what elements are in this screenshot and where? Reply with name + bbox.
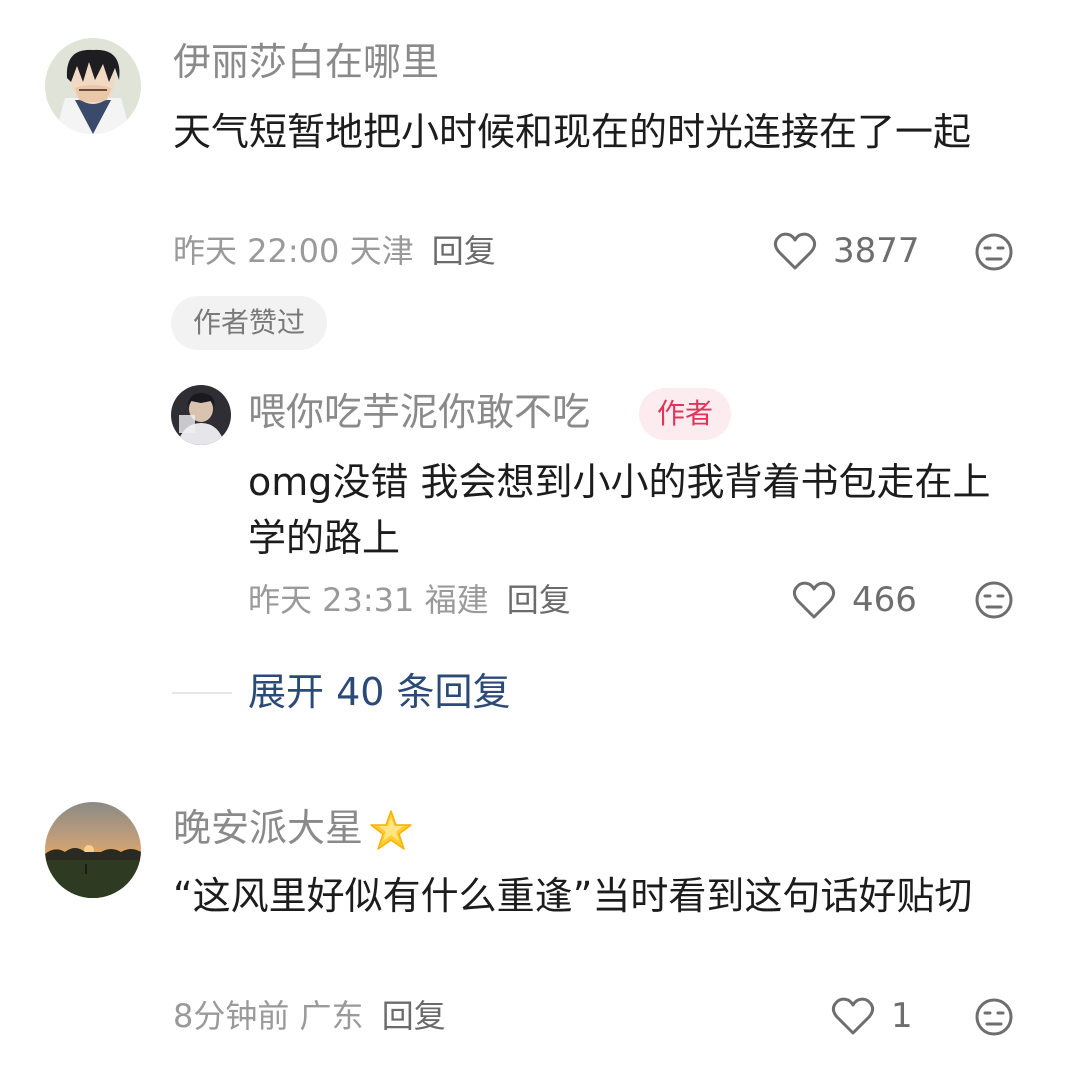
expand-replies-button[interactable]: 展开 40 条回复 [248, 668, 511, 716]
reply-meta: 昨天 23:31 福建 回复 [248, 580, 571, 620]
photo-avatar [171, 385, 231, 445]
dislike-face-icon [975, 998, 1013, 1036]
comment-username-text: 晚安派大星 [173, 806, 364, 850]
comment-username[interactable]: 晚安派大星 [173, 804, 415, 855]
reply-username[interactable]: 喂你吃芋泥你敢不吃 [248, 388, 590, 436]
reply-button[interactable]: 回复 [432, 232, 496, 270]
dislike-button[interactable] [974, 232, 1014, 272]
heart-icon [831, 997, 875, 1035]
comment-text: “这风里好似有什么重逢”当时看到这句话好贴切 [173, 874, 973, 918]
heart-icon [773, 232, 817, 270]
comment-meta: 8分钟前 广东 回复 [173, 996, 446, 1036]
reply-button[interactable]: 回复 [382, 997, 446, 1035]
dislike-button[interactable] [974, 997, 1014, 1037]
like-button[interactable]: 3877 [773, 231, 920, 271]
dislike-button[interactable] [974, 580, 1014, 620]
author-liked-badge: 作者赞过 [171, 296, 328, 350]
like-count: 1 [891, 996, 913, 1036]
user-avatar[interactable] [45, 38, 141, 134]
user-avatar[interactable] [171, 385, 231, 445]
sunset-avatar [45, 802, 141, 898]
comment-time-location: 8分钟前 广东 [173, 997, 364, 1035]
comment-time-location: 昨天 22:00 天津 [173, 232, 414, 270]
dislike-face-icon [975, 581, 1013, 619]
glowing-star-icon [370, 809, 412, 850]
reply-text: omg没错 我会想到小小的我背着书包走在上学的路上 [248, 460, 991, 560]
dislike-face-icon [975, 233, 1013, 271]
reply-time-location: 昨天 23:31 福建 [248, 581, 489, 619]
like-count: 466 [852, 580, 917, 620]
heart-icon [792, 581, 836, 619]
comment-text: 天气短暂地把小时候和现在的时光连接在了一起 [173, 110, 972, 154]
reply-button[interactable]: 回复 [507, 581, 571, 619]
expand-divider [172, 692, 232, 694]
like-button[interactable]: 466 [792, 580, 917, 620]
comment-meta: 昨天 22:00 天津 回复 [173, 231, 496, 271]
author-tag: 作者 [639, 388, 732, 440]
anime-character-avatar [45, 38, 141, 134]
like-button[interactable]: 1 [831, 996, 913, 1036]
comment-username[interactable]: 伊丽莎白在哪里 [173, 38, 439, 86]
user-avatar[interactable] [45, 802, 141, 898]
like-count: 3877 [833, 231, 920, 271]
